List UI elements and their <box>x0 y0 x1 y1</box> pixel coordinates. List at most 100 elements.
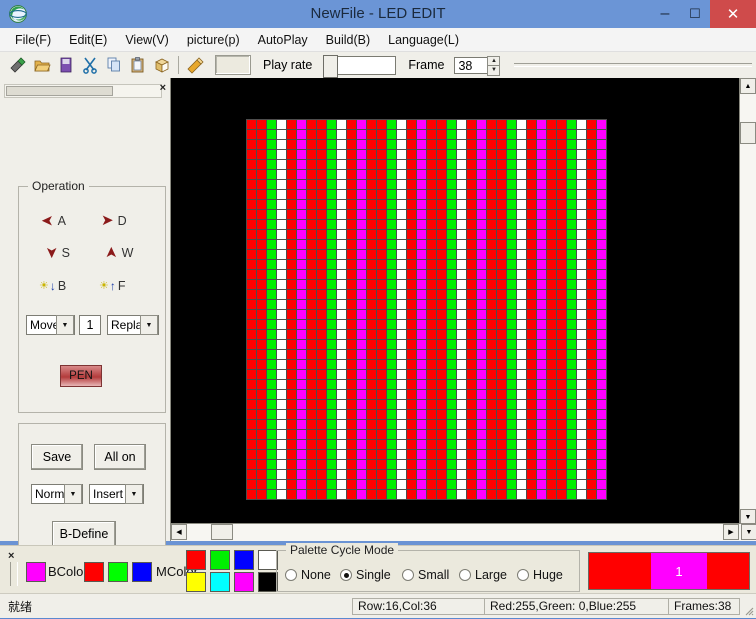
led-cell[interactable] <box>307 150 316 159</box>
led-cell[interactable] <box>457 390 466 399</box>
led-cell[interactable] <box>597 350 606 359</box>
led-cell[interactable] <box>437 310 446 319</box>
led-cell[interactable] <box>297 180 306 189</box>
led-cell[interactable] <box>467 420 476 429</box>
led-cell[interactable] <box>367 390 376 399</box>
led-cell[interactable] <box>557 320 566 329</box>
led-cell[interactable] <box>467 210 476 219</box>
led-cell[interactable] <box>407 160 416 169</box>
led-cell[interactable] <box>387 460 396 469</box>
led-cell[interactable] <box>347 280 356 289</box>
led-cell[interactable] <box>277 140 286 149</box>
led-cell[interactable] <box>567 220 576 229</box>
led-cell[interactable] <box>567 400 576 409</box>
led-cell[interactable] <box>487 440 496 449</box>
led-cell[interactable] <box>407 310 416 319</box>
led-cell[interactable] <box>347 150 356 159</box>
led-cell[interactable] <box>477 320 486 329</box>
led-cell[interactable] <box>317 440 326 449</box>
led-cell[interactable] <box>277 270 286 279</box>
led-cell[interactable] <box>537 420 546 429</box>
mcolor-swatch[interactable] <box>234 572 254 592</box>
led-cell[interactable] <box>257 170 266 179</box>
led-cell[interactable] <box>307 130 316 139</box>
led-cell[interactable] <box>377 390 386 399</box>
led-cell[interactable] <box>547 180 556 189</box>
led-cell[interactable] <box>327 260 336 269</box>
led-cell[interactable] <box>277 220 286 229</box>
led-cell[interactable] <box>347 410 356 419</box>
led-cell[interactable] <box>487 400 496 409</box>
led-cell[interactable] <box>257 190 266 199</box>
led-cell[interactable] <box>437 280 446 289</box>
led-cell[interactable] <box>407 360 416 369</box>
led-cell[interactable] <box>367 480 376 489</box>
led-cell[interactable] <box>317 470 326 479</box>
led-cell[interactable] <box>327 170 336 179</box>
led-cell[interactable] <box>507 440 516 449</box>
led-cell[interactable] <box>247 270 256 279</box>
led-cell[interactable] <box>247 330 256 339</box>
led-cell[interactable] <box>477 430 486 439</box>
led-cell[interactable] <box>497 170 506 179</box>
led-cell[interactable] <box>507 450 516 459</box>
led-cell[interactable] <box>517 450 526 459</box>
led-cell[interactable] <box>497 320 506 329</box>
led-cell[interactable] <box>427 210 436 219</box>
led-cell[interactable] <box>357 240 366 249</box>
led-cell[interactable] <box>307 400 316 409</box>
led-cell[interactable] <box>417 440 426 449</box>
led-cell[interactable] <box>327 450 336 459</box>
led-cell[interactable] <box>257 490 266 499</box>
led-cell[interactable] <box>257 140 266 149</box>
led-cell[interactable] <box>407 350 416 359</box>
led-cell[interactable] <box>527 380 536 389</box>
led-cell[interactable] <box>277 250 286 259</box>
led-cell[interactable] <box>487 320 496 329</box>
led-cell[interactable] <box>557 250 566 259</box>
led-cell[interactable] <box>417 200 426 209</box>
led-cell[interactable] <box>507 130 516 139</box>
led-cell[interactable] <box>287 400 296 409</box>
led-cell[interactable] <box>457 320 466 329</box>
led-cell[interactable] <box>317 360 326 369</box>
led-cell[interactable] <box>517 380 526 389</box>
led-cell[interactable] <box>477 460 486 469</box>
led-cell[interactable] <box>357 400 366 409</box>
led-cell[interactable] <box>407 170 416 179</box>
led-cell[interactable] <box>507 400 516 409</box>
led-cell[interactable] <box>287 220 296 229</box>
led-cell[interactable] <box>497 210 506 219</box>
led-cell[interactable] <box>597 210 606 219</box>
led-cell[interactable] <box>477 390 486 399</box>
led-cell[interactable] <box>467 460 476 469</box>
led-cell[interactable] <box>267 230 276 239</box>
led-cell[interactable] <box>487 230 496 239</box>
led-cell[interactable] <box>527 300 536 309</box>
led-cell[interactable] <box>577 240 586 249</box>
led-cell[interactable] <box>557 460 566 469</box>
canvas-horizontal-scrollbar[interactable]: ◀ ▶ ▼ <box>171 523 756 541</box>
led-cell[interactable] <box>457 470 466 479</box>
led-cell[interactable] <box>547 260 556 269</box>
led-cell[interactable] <box>527 150 536 159</box>
led-cell[interactable] <box>327 240 336 249</box>
led-cell[interactable] <box>417 400 426 409</box>
led-cell[interactable] <box>257 440 266 449</box>
led-cell[interactable] <box>247 150 256 159</box>
led-cell[interactable] <box>267 460 276 469</box>
led-cell[interactable] <box>387 360 396 369</box>
led-cell[interactable] <box>437 320 446 329</box>
led-cell[interactable] <box>507 310 516 319</box>
led-cell[interactable] <box>577 450 586 459</box>
led-cell[interactable] <box>287 330 296 339</box>
led-matrix-grid[interactable] <box>246 119 607 500</box>
led-cell[interactable] <box>387 390 396 399</box>
led-cell[interactable] <box>517 490 526 499</box>
led-cell[interactable] <box>437 420 446 429</box>
led-cell[interactable] <box>547 310 556 319</box>
led-cell[interactable] <box>257 160 266 169</box>
led-cell[interactable] <box>487 130 496 139</box>
led-cell[interactable] <box>277 160 286 169</box>
led-cell[interactable] <box>457 250 466 259</box>
